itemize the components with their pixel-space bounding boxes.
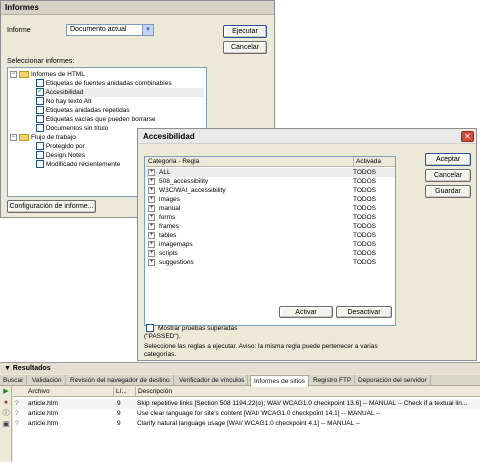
activar-button[interactable]: Activar (279, 306, 333, 318)
tab-registro-ftp[interactable]: Registro FTP (310, 375, 356, 386)
checkbox[interactable] (36, 160, 44, 169)
informe-select-value: Documento actual (70, 26, 127, 33)
configuracion-informe-button[interactable]: Configuración de informe... (7, 200, 96, 213)
expand-icon[interactable]: + (148, 223, 155, 230)
cancelar-button[interactable]: Cancelar (223, 41, 267, 54)
resultados-header: Archivo Lí... Descripción (13, 387, 480, 397)
accesibilidad-title: Accesibilidad (138, 129, 476, 144)
question-icon: ? (15, 410, 19, 417)
collapse-icon[interactable]: − (10, 70, 17, 78)
reglas-list: Categoría - Regla Activada + ALL TODOS +50… (144, 156, 396, 326)
checkbox[interactable] (36, 106, 44, 115)
ejecutar-button[interactable]: Ejecutar (223, 25, 267, 38)
resultados-tabs: Buscar Validación Revisión del navegador… (0, 375, 480, 387)
expand-icon[interactable]: + (148, 196, 155, 203)
tree-item[interactable]: Etiquetas anidadas repetidas (36, 106, 130, 115)
checkbox[interactable] (36, 151, 44, 160)
tree-item[interactable]: Protegido por (36, 142, 85, 151)
regla-row[interactable]: + W3C/WAI_accessibility TODOS (145, 186, 395, 195)
seleccionar-informes-label: Seleccionar informes: (7, 58, 75, 65)
regla-row[interactable]: + tables TODOS (145, 231, 395, 240)
regla-row[interactable]: + frames TODOS (145, 222, 395, 231)
close-icon[interactable]: ✕ (461, 131, 474, 142)
expand-icon[interactable]: + (148, 187, 155, 194)
col-categoria-header[interactable]: Categoría - Regla (148, 157, 199, 167)
checkbox[interactable] (36, 142, 44, 151)
collapse-arrow-icon[interactable]: ▼ (4, 365, 13, 372)
mostrar-pruebas-label: Mostrar pruebas superadas (158, 325, 238, 332)
expand-icon[interactable]: + (148, 178, 155, 185)
checkbox[interactable] (36, 97, 44, 106)
tree-item[interactable]: Design Notes (36, 151, 85, 160)
expand-icon[interactable]: + (148, 205, 155, 212)
table-row[interactable]: ? article.htm 9 Skip repetitive links [S… (13, 399, 480, 409)
expand-icon[interactable]: + (148, 259, 155, 266)
table-row[interactable]: ? article.htm 9 Use clear language for s… (13, 409, 480, 419)
question-icon: ? (15, 420, 19, 427)
checkbox[interactable] (36, 124, 44, 133)
mostrar-pruebas-checkbox[interactable] (146, 324, 154, 332)
regla-row[interactable]: + suggestions TODOS (145, 258, 395, 267)
desactivar-button[interactable]: Desactivar (336, 306, 392, 318)
question-icon: ? (15, 400, 19, 407)
expand-icon[interactable]: + (148, 169, 155, 176)
tab-informes-sitios[interactable]: Informes de sitios (250, 375, 309, 387)
col-activada-header[interactable]: Activada (353, 157, 381, 167)
regla-row[interactable]: + imagemaps TODOS (145, 240, 395, 249)
chevron-down-icon[interactable]: ▼ (142, 25, 153, 35)
resultados-panel: ▼ Resultados Buscar Validación Revisión … (0, 362, 480, 462)
hint-text-2: categorías. (144, 351, 177, 358)
tree-item[interactable]: Etiquetas vacías que pueden borrarse (36, 115, 156, 124)
tab-buscar[interactable]: Buscar (0, 375, 28, 386)
stop-icon[interactable]: ● (2, 399, 10, 407)
expand-icon[interactable]: + (148, 232, 155, 239)
reglas-header: Categoría - Regla Activada (145, 157, 395, 167)
col-linea-header[interactable]: Lí... (113, 387, 127, 397)
info-icon[interactable]: ⓘ (2, 410, 10, 418)
play-icon[interactable]: ▶ (2, 388, 10, 396)
expand-icon[interactable]: + (148, 214, 155, 221)
guardar-button[interactable]: Guardar (425, 185, 471, 198)
col-archivo-header[interactable]: Archivo (28, 387, 50, 397)
regla-row[interactable]: +508_accessibility TODOS (145, 177, 395, 186)
col-descripcion-header[interactable]: Descripción (135, 387, 172, 397)
table-row[interactable]: ? article.htm 9 Clarify natural language… (13, 419, 480, 429)
checkbox[interactable] (36, 115, 44, 124)
aceptar-button[interactable]: Aceptar (425, 153, 471, 166)
tab-depuracion-servidor[interactable]: Depuración del servidor (355, 375, 431, 386)
tree-item[interactable]: Etiquetas de fuentes anidadas combinable… (36, 79, 172, 88)
cancelar-button[interactable]: Cancelar (425, 169, 471, 182)
tab-revision-navegador[interactable]: Revisión del navegador de destino (67, 375, 174, 386)
tree-folder-html[interactable]: − Informes de HTML (10, 70, 85, 79)
folder-icon (19, 70, 29, 78)
regla-row[interactable]: + images TODOS (145, 195, 395, 204)
mostrar-pruebas-label-2: ("PASSED"). (144, 333, 181, 340)
resultados-title[interactable]: ▼ Resultados (0, 363, 480, 374)
checkbox-checked[interactable] (36, 86, 44, 97)
tree-folder-flujo[interactable]: − Flujo de trabajo (10, 133, 76, 142)
regla-row[interactable]: + manual TODOS (145, 204, 395, 213)
tree-item[interactable]: Documentos sin título (36, 124, 108, 133)
expand-icon[interactable]: + (148, 241, 155, 248)
informes-title: Informes (1, 1, 274, 15)
regla-row[interactable]: + forms TODOS (145, 213, 395, 222)
hint-text-1: Seleccione las reglas a ejecutar. Aviso:… (144, 343, 378, 350)
tree-item[interactable]: Modificado recientemente (36, 160, 120, 169)
regla-row[interactable]: + ALL TODOS (145, 168, 395, 177)
tree-item-accesibilidad[interactable]: Accesibilidad (36, 86, 204, 97)
accesibilidad-dialog: Accesibilidad ✕ Categoría - Regla Activa… (137, 128, 477, 361)
informe-select[interactable]: Documento actual ▼ (66, 24, 154, 36)
tree-item[interactable]: No hay texto Alt (36, 97, 91, 106)
regla-row[interactable]: + scripts TODOS (145, 249, 395, 258)
save-report-icon[interactable]: ▣ (2, 421, 10, 429)
resultados-sidebar: ▶ ● ⓘ ▣ (0, 386, 12, 462)
tab-validacion[interactable]: Validación (29, 375, 66, 386)
collapse-icon[interactable]: − (10, 133, 17, 141)
folder-icon (19, 133, 29, 141)
informe-label: Informe (7, 27, 31, 34)
expand-icon[interactable]: + (148, 250, 155, 257)
tab-verificador-vinculos[interactable]: Verificador de vínculos (176, 375, 249, 386)
resultados-table: Archivo Lí... Descripción ? article.htm … (13, 387, 480, 462)
